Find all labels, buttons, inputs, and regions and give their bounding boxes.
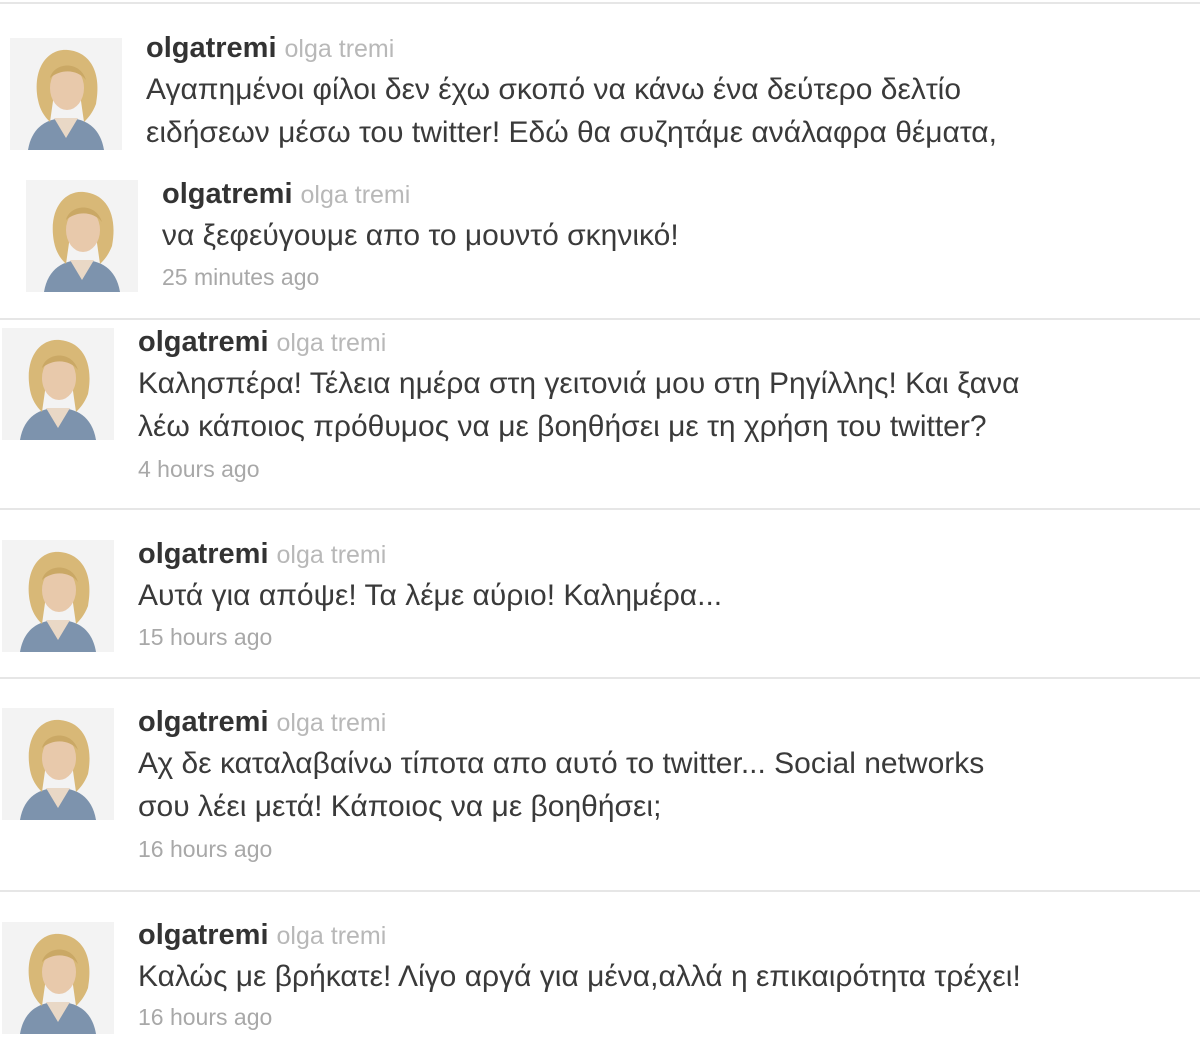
tweet-fullname[interactable]: olga tremi [277, 541, 387, 569]
profile-photo-icon [26, 180, 138, 292]
tweet-text: Αχ δε καταλαβαίνω τίποτα απο αυτό το twi… [138, 747, 985, 823]
tweet-text: Αγαπημένοι φίλοι δεν έχω σκοπό να κάνω έ… [146, 73, 997, 149]
tweet-divider [0, 890, 1200, 892]
tweet-text: Αυτά για απόψε! Τα λέμε αύριο! Καλημέρα.… [138, 579, 723, 612]
profile-photo-icon [2, 328, 114, 440]
avatar[interactable] [26, 180, 138, 292]
tweet-divider [0, 677, 1200, 679]
tweet-fullname[interactable]: olga tremi [277, 922, 387, 950]
tweet-divider [0, 2, 1200, 4]
avatar[interactable] [2, 540, 114, 652]
tweet-text: Καλώς με βρήκατε! Λίγο αργά για μένα,αλλ… [138, 960, 1021, 993]
tweet-fullname[interactable]: olga tremi [277, 709, 387, 737]
tweet-timestamp[interactable]: 16 hours ago [138, 836, 272, 863]
profile-photo-icon [2, 708, 114, 820]
tweet-timestamp[interactable]: 4 hours ago [138, 456, 259, 483]
tweet-username[interactable]: olgatremi [138, 919, 269, 951]
tweet-fullname[interactable]: olga tremi [285, 35, 395, 63]
tweet-fullname[interactable]: olga tremi [277, 329, 387, 357]
tweet-username[interactable]: olgatremi [162, 178, 293, 210]
tweet-divider [0, 508, 1200, 510]
tweet-fullname[interactable]: olga tremi [301, 181, 411, 209]
avatar[interactable] [2, 708, 114, 820]
tweet-username[interactable]: olgatremi [138, 326, 269, 358]
tweet-username[interactable]: olgatremi [138, 538, 269, 570]
avatar[interactable] [2, 922, 114, 1034]
tweet-timestamp[interactable]: 15 hours ago [138, 624, 272, 651]
tweet-username[interactable]: olgatremi [146, 32, 277, 64]
tweet-divider [0, 318, 1200, 320]
tweet-text: να ξεφεύγουμε απο το μουντό σκηνικό! [162, 219, 679, 252]
profile-photo-icon [2, 922, 114, 1034]
tweet-text: Καλησπέρα! Τέλεια ημέρα στη γειτονιά μου… [138, 367, 1020, 443]
tweet-timestamp[interactable]: 25 minutes ago [162, 264, 319, 291]
tweet-timestamp[interactable]: 16 hours ago [138, 1004, 272, 1031]
tweet-username[interactable]: olgatremi [138, 706, 269, 738]
profile-photo-icon [10, 38, 122, 150]
avatar[interactable] [2, 328, 114, 440]
profile-photo-icon [2, 540, 114, 652]
avatar[interactable] [10, 38, 122, 150]
